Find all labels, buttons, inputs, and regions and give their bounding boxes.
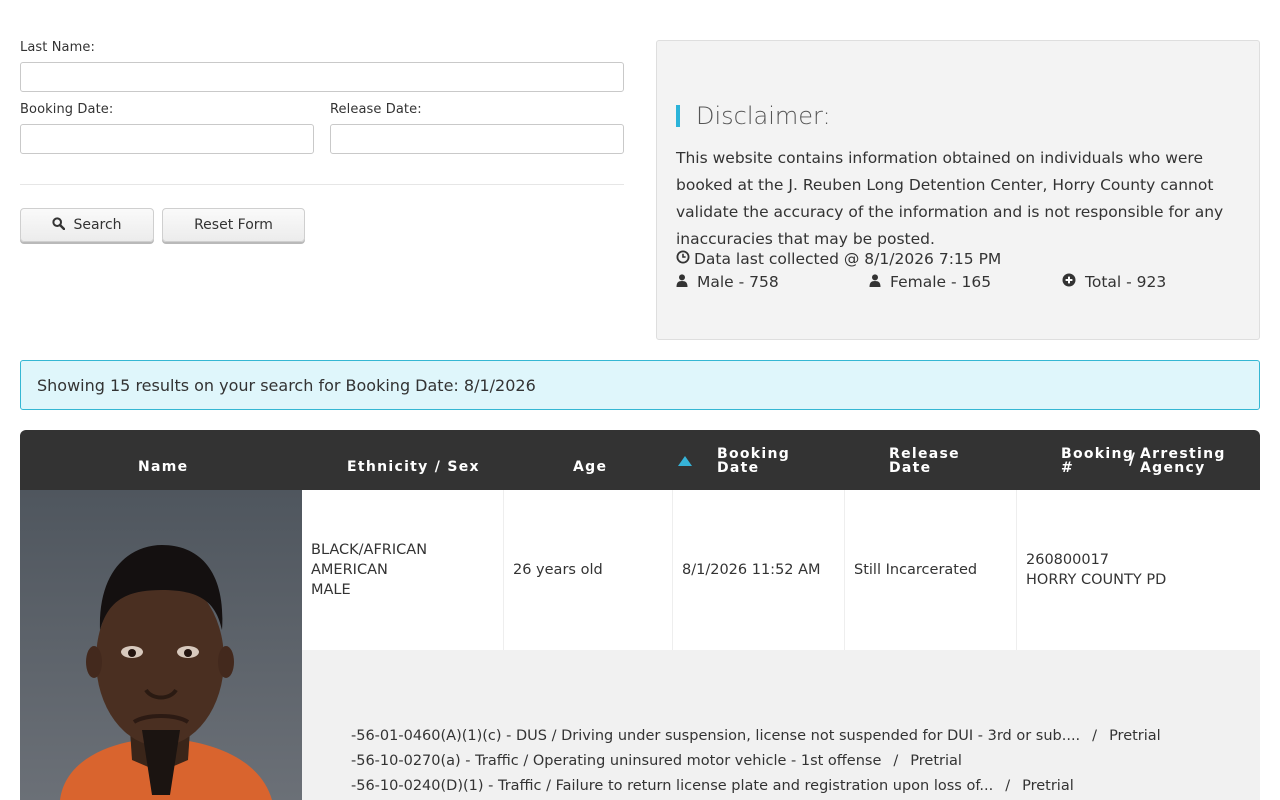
col-header-divider: / <box>1129 449 1137 468</box>
user-icon <box>869 273 881 291</box>
booking-agency-cell: 260800017 HORRY COUNTY PD <box>1017 490 1260 650</box>
data-collected-info: Data last collected @ 8/1/2026 7:15 PM <box>676 250 1001 268</box>
charge-status: Pretrial <box>1022 778 1074 794</box>
release-date-cell: Still Incarcerated <box>845 490 1017 650</box>
disclaimer-title: Disclaimer: <box>676 104 831 128</box>
search-form: Last Name: Booking Date: Release Date: S… <box>20 40 624 242</box>
male-count-text: Male - 758 <box>697 273 779 291</box>
reset-form-button[interactable]: Reset Form <box>162 208 305 242</box>
search-button[interactable]: Search <box>20 208 154 242</box>
data-collected-text: Data last collected @ 8/1/2026 7:15 PM <box>694 250 1002 268</box>
age-value: 26 years old <box>513 562 603 578</box>
col-header-booking-number-line2: # <box>1061 460 1075 476</box>
charge-description: -56-10-0240(D)(1) - Traffic / Failure to… <box>351 778 994 794</box>
col-header-release-date-line2: Date <box>889 460 932 476</box>
col-header-ethnicity-sex[interactable]: Ethnicity / Sex <box>347 460 480 474</box>
charge-item: -56-10-0270(a) - Traffic / Operating uni… <box>351 753 962 769</box>
charges-panel: -56-01-0460(A)(1)(c) - DUS / Driving und… <box>302 650 1260 800</box>
booking-number-value: 260800017 <box>1026 552 1110 568</box>
charge-item: -56-10-0240(D)(1) - Traffic / Failure to… <box>351 778 1074 794</box>
charge-description: -56-10-0270(a) - Traffic / Operating uni… <box>351 753 882 769</box>
booking-date-cell: 8/1/2026 11:52 AM <box>673 490 845 650</box>
col-header-booking-date-line1: Booking <box>717 446 791 462</box>
release-date-input[interactable] <box>330 124 624 154</box>
last-name-input[interactable] <box>20 62 624 92</box>
col-header-agency-line1: Arresting <box>1140 446 1226 462</box>
results-info-text: Showing 15 results on your search for Bo… <box>37 375 536 395</box>
last-name-label: Last Name: <box>20 40 95 55</box>
clock-icon <box>676 250 690 268</box>
female-count: Female - 165 <box>869 273 991 291</box>
inmate-photo[interactable] <box>20 490 302 800</box>
arresting-agency-value: HORRY COUNTY PD <box>1026 572 1167 588</box>
table-header: Name Ethnicity / Sex Age Booking Date Re… <box>20 430 1260 490</box>
form-divider <box>20 184 624 185</box>
release-date-value: Still Incarcerated <box>854 562 978 578</box>
ethnicity-value: BLACK/AFRICAN AMERICAN <box>311 542 428 578</box>
col-header-age[interactable]: Age <box>573 460 607 474</box>
charge-status: Pretrial <box>910 753 962 769</box>
col-header-arresting-agency[interactable]: Arresting Agency <box>1140 447 1226 475</box>
charge-item: -56-01-0460(A)(1)(c) - DUS / Driving und… <box>351 728 1161 744</box>
col-header-booking-date-line2: Date <box>717 460 760 476</box>
booking-date-value: 8/1/2026 11:52 AM <box>682 562 821 578</box>
col-header-agency-line2: Agency <box>1140 460 1206 476</box>
search-icon <box>52 216 66 234</box>
results-table: Name Ethnicity / Sex Age Booking Date Re… <box>20 430 1260 800</box>
charge-description: -56-01-0460(A)(1)(c) - DUS / Driving und… <box>351 728 1081 744</box>
release-date-label: Release Date: <box>330 102 422 117</box>
col-header-booking-number[interactable]: Booking # <box>1061 447 1134 475</box>
total-count: Total - 923 <box>1062 273 1166 291</box>
user-icon <box>676 273 688 291</box>
col-header-name[interactable]: Name <box>138 460 188 474</box>
female-count-text: Female - 165 <box>890 273 992 291</box>
search-button-label: Search <box>73 217 122 233</box>
col-header-release-date[interactable]: Release Date <box>889 447 960 475</box>
disclaimer-text: This website contains information obtain… <box>676 149 1224 248</box>
disclaimer-panel: Disclaimer: This website contains inform… <box>656 40 1260 340</box>
plus-circle-icon <box>1062 273 1076 291</box>
charge-status: Pretrial <box>1109 728 1161 744</box>
age-cell: 26 years old <box>504 490 673 650</box>
total-count-text: Total - 923 <box>1085 273 1167 291</box>
col-header-booking-number-line1: Booking <box>1061 446 1135 462</box>
male-count: Male - 758 <box>676 273 779 291</box>
results-info-alert: Showing 15 results on your search for Bo… <box>20 360 1260 410</box>
booking-date-label: Booking Date: <box>20 102 114 117</box>
sort-ascending-icon[interactable] <box>678 456 692 466</box>
sex-value: MALE <box>311 582 351 598</box>
col-header-booking-date[interactable]: Booking Date <box>717 447 790 475</box>
booking-date-input[interactable] <box>20 124 314 154</box>
col-header-release-date-line1: Release <box>889 446 960 462</box>
ethnicity-sex-cell: BLACK/AFRICAN AMERICAN MALE <box>302 490 504 650</box>
